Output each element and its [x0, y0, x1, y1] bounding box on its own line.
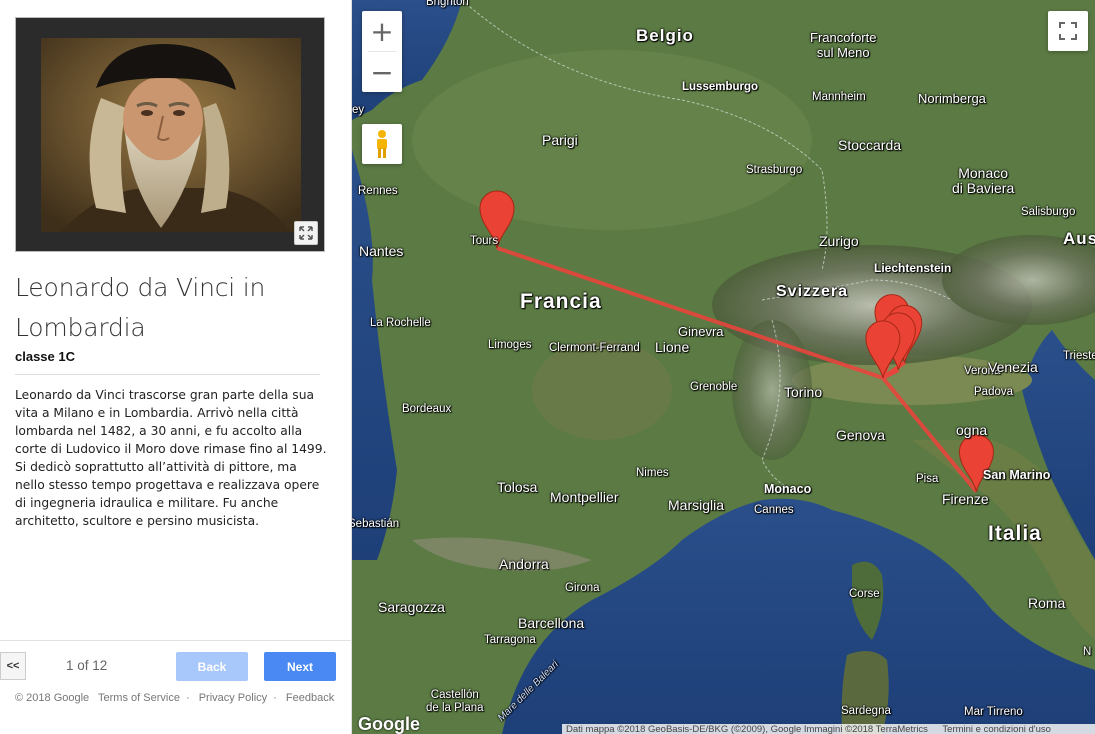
label-girona: Girona [565, 582, 600, 594]
label-tours: Tours [470, 235, 499, 247]
footer-divider [0, 640, 352, 641]
first-slide-button[interactable]: << [0, 652, 26, 680]
label-italia: Italia [988, 522, 1042, 545]
label-monaco-baviera: Monaco di Baviera [952, 165, 1015, 196]
privacy-link[interactable]: Privacy Policy [199, 692, 267, 704]
label-francia: Francia [520, 290, 602, 313]
label-zurigo: Zurigo [819, 233, 859, 249]
label-nantes: Nantes [359, 243, 404, 259]
back-button[interactable]: Back [176, 652, 248, 681]
label-sebastian: Sebastián [352, 518, 400, 530]
google-logo: Google [358, 714, 420, 734]
label-roma: Roma [1028, 595, 1066, 611]
label-parigi: Parigi [542, 132, 578, 148]
label-lione: Lione [655, 339, 690, 355]
label-montpellier: Montpellier [550, 489, 619, 505]
label-clermont: Clermont-Ferrand [549, 342, 640, 354]
label-bordeaux: Bordeaux [402, 403, 452, 415]
story-title: Leonardo da Vinci in Lombardia [15, 273, 266, 342]
media-frame [15, 17, 325, 252]
street-view-pegman[interactable] [362, 124, 402, 164]
label-barcellona: Barcellona [518, 615, 585, 631]
label-sardegna: Sardegna [841, 705, 891, 717]
label-monaco: Monaco [764, 482, 812, 496]
label-salisburgo: Salisburgo [1021, 206, 1076, 218]
label-rennes: Rennes [358, 185, 398, 197]
fullscreen-icon [1059, 22, 1077, 40]
fullscreen-button[interactable] [1048, 11, 1088, 51]
label-aus: Aus [1063, 229, 1095, 248]
legal-separator: · [273, 692, 277, 704]
expand-image-button[interactable] [294, 221, 318, 245]
label-tarragona: Tarragona [484, 634, 536, 646]
story-description: Leonardo da Vinci trascorse gran parte d… [15, 388, 327, 528]
label-mar-tirreno: Mar Tirreno [964, 706, 1023, 718]
label-lussemburgo: Lussemburgo [682, 81, 759, 93]
label-mannheim: Mannheim [812, 91, 866, 103]
terms-link[interactable]: Terms of Service [98, 692, 180, 704]
label-la-rochelle: La Rochelle [370, 317, 431, 329]
label-limoges: Limoges [488, 339, 532, 351]
satellite-map[interactable]: Francia Italia Svizzera Belgio Aus Brigh… [352, 0, 1095, 734]
map-data-credit: Dati mappa ©2018 GeoBasis-DE/BKG (©2009)… [566, 724, 928, 734]
story-subtitle: classe 1C [15, 349, 75, 364]
legal-links: © 2018 Google Terms of Service · Privacy … [15, 692, 340, 704]
label-grenoble: Grenoble [690, 381, 738, 393]
label-norimberga: Norimberga [918, 91, 986, 106]
label-castellon: Castellón de la Plana [426, 689, 484, 714]
label-bologna: ogna [956, 422, 988, 438]
label-torino: Torino [784, 384, 823, 400]
legal-separator: · [185, 692, 190, 704]
label-venezia: Venezia [988, 359, 1038, 375]
divider [15, 374, 320, 375]
label-saragozza: Saragozza [378, 599, 445, 615]
label-padova: Padova [974, 386, 1014, 398]
story-panel: Leonardo da Vinci in Lombardia classe 1C… [0, 0, 352, 734]
zoom-out-button[interactable]: − [362, 52, 402, 92]
expand-icon [299, 226, 313, 240]
map-attribution: Dati mappa ©2018 GeoBasis-DE/BKG (©2009)… [562, 724, 1095, 734]
map-terms-link[interactable]: Termini e condizioni d'uso [942, 724, 1050, 734]
label-marsiglia: Marsiglia [668, 497, 725, 513]
label-trieste: Trieste [1063, 350, 1095, 362]
copyright-text: © 2018 Google [15, 692, 90, 704]
label-cannes: Cannes [754, 504, 794, 516]
label-svizzera: Svizzera [776, 283, 849, 300]
zoom-control: + − [362, 11, 402, 92]
label-genova: Genova [836, 427, 886, 443]
page-counter: 1 of 12 [66, 658, 108, 673]
label-tolosa: Tolosa [497, 479, 538, 495]
label-san-marino: San Marino [983, 468, 1051, 482]
zoom-in-button[interactable]: + [362, 11, 402, 51]
label-belgio: Belgio [636, 26, 694, 45]
label-ginevra: Ginevra [678, 324, 724, 339]
label-corse: Corse [849, 588, 880, 600]
feedback-link[interactable]: Feedback [286, 692, 334, 704]
label-pisa: Pisa [916, 473, 939, 485]
label-strasburgo: Strasburgo [746, 164, 803, 176]
label-partial-n: N [1083, 646, 1092, 658]
label-andorra: Andorra [499, 556, 549, 572]
pegman-icon [377, 130, 387, 158]
next-button[interactable]: Next [264, 652, 336, 681]
portrait-illustration [41, 38, 301, 232]
label-brighton: Brighton [426, 0, 469, 8]
leonardo-portrait-image [41, 38, 301, 232]
label-liechtenstein: Liechtenstein [874, 261, 952, 275]
label-nimes: Nimes [636, 467, 669, 479]
label-ey: ey [352, 104, 365, 116]
label-francoforte: Francoforte sul Meno [810, 30, 877, 60]
label-stoccarda: Stoccarda [838, 137, 902, 153]
label-firenze: Firenze [942, 491, 989, 507]
